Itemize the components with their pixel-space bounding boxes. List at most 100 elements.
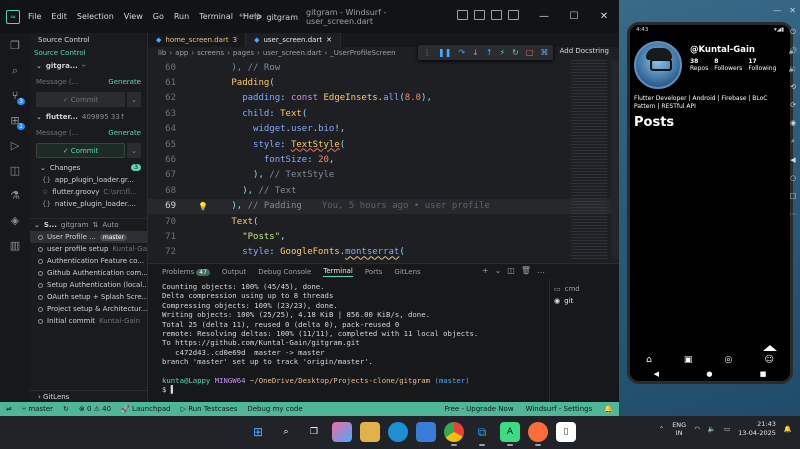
commit-row[interactable]: Project setup & Architectur... <box>30 303 147 315</box>
profile-icon[interactable]: ☺ <box>765 355 774 365</box>
terminal-item-cmd[interactable]: ▭ cmd <box>554 283 615 295</box>
tab-gitlens[interactable]: GitLens <box>394 268 420 276</box>
split-icon[interactable]: ◫ <box>507 266 515 275</box>
more-icon[interactable]: … <box>537 266 545 275</box>
breadcrumb-item[interactable]: screens <box>197 49 224 57</box>
breadcrumb-item[interactable]: pages <box>233 49 254 57</box>
phone-screen[interactable]: 4:43 ▾◢▮ @Kuntal-Gain 38 Repos 8 Followers… <box>627 22 793 384</box>
breadcrumb-item[interactable]: _UserProfileScreen <box>330 49 395 57</box>
maximize-icon[interactable]: ☐ <box>559 0 589 33</box>
hot-reload-icon[interactable]: ⚡ <box>500 48 506 57</box>
recents-icon[interactable]: □ <box>790 192 797 200</box>
tab-problems[interactable]: Problems 47 <box>162 268 210 276</box>
code-line[interactable]: 70 Text( <box>148 214 619 229</box>
breadcrumb-item[interactable]: user_screen.dart <box>263 49 322 57</box>
pause-icon[interactable]: ❚❚ <box>438 48 451 57</box>
repo-row-2[interactable]: ⌄ flutter... 409895 33↑ <box>30 110 147 123</box>
home-circle-icon[interactable]: ○ <box>790 174 796 182</box>
terminal-input-line[interactable]: $ ▌ <box>162 385 547 394</box>
step-over-icon[interactable]: ↷ <box>458 48 465 57</box>
task-view-icon[interactable]: ❐ <box>304 422 324 442</box>
tab-terminal[interactable]: Terminal <box>323 267 353 277</box>
code-line[interactable]: 62 padding: const EdgeInsets.all(8.0), <box>148 91 619 106</box>
changed-file[interactable]: {} app_plugin_loader.gr... <box>30 174 147 186</box>
minimize-icon[interactable]: — <box>529 0 559 33</box>
extensions-icon[interactable]: ⊞ 1 <box>0 108 30 133</box>
commit-row[interactable]: Initial commit Kuntal-Gain <box>30 315 147 327</box>
search-icon[interactable]: ⌕ <box>276 422 296 442</box>
commit-row[interactable]: Github Authentication com... <box>30 267 147 279</box>
zoom-icon[interactable]: ⌕ <box>791 137 795 146</box>
code-line[interactable]: 63 child: Text( <box>148 106 619 121</box>
sync-status[interactable]: ↻ <box>63 405 69 413</box>
gitlens-icon[interactable]: ◈ <box>0 208 30 233</box>
postman-icon[interactable] <box>528 422 548 446</box>
back-icon[interactable]: ◀ <box>790 156 795 164</box>
lightbulb-icon[interactable]: 💡 <box>198 202 208 211</box>
android-studio-icon[interactable]: A <box>500 422 520 446</box>
changes-header[interactable]: ⌄ Changes 3 <box>30 161 147 174</box>
chrome-icon[interactable] <box>444 422 464 446</box>
commit-row[interactable]: Authentication Feature co... <box>30 255 147 267</box>
gitlens-section[interactable]: › GitLens <box>30 390 147 402</box>
edge-icon[interactable] <box>388 422 408 442</box>
clock[interactable]: 21:43 13-04-2025 <box>738 420 776 438</box>
back-arrow-icon[interactable]: ← <box>239 11 247 21</box>
explorer-icon[interactable]: ❐ <box>0 33 30 58</box>
camera-icon[interactable]: ◉ <box>790 119 796 127</box>
run-debug-icon[interactable]: ▷ <box>0 133 30 158</box>
power-icon[interactable]: ⏻ <box>790 28 796 37</box>
home-icon[interactable]: ⌂ <box>646 355 652 365</box>
more-icon[interactable]: ⋯ <box>790 210 797 218</box>
menu-view[interactable]: View <box>124 12 143 21</box>
step-into-icon[interactable]: ↓ <box>472 48 479 57</box>
code-line[interactable]: 67 ), // TextStyle <box>148 168 619 183</box>
volume-up-icon[interactable]: 🔊 <box>789 47 798 55</box>
customize-layout-icon[interactable] <box>508 10 519 20</box>
chevron-down-icon[interactable]: ⌄ <box>495 266 502 275</box>
commit-row[interactable]: Setup Authentication (local... <box>30 279 147 291</box>
volume-down-icon[interactable]: 🔉 <box>789 65 798 73</box>
window-title[interactable]: ⌕ gitgram gitgram - Windsurf - user_scre… <box>258 8 398 26</box>
editor-scrollbar[interactable] <box>611 60 619 259</box>
menu-go[interactable]: Go <box>153 12 164 21</box>
emulator-icon[interactable]: ▯ <box>556 422 576 442</box>
bell-icon[interactable]: 🔔 <box>604 405 613 413</box>
menu-terminal[interactable]: Terminal <box>199 12 233 21</box>
commit-row[interactable]: user profile setup Kuntal-Gain <box>30 243 147 255</box>
repo-row[interactable]: ⌄ gitgra... ⑂ <box>30 59 147 72</box>
commit-row[interactable]: User Profile ... master <box>30 231 147 243</box>
code-line[interactable]: 72 style: GoogleFonts.montserrat( <box>148 245 619 260</box>
tab-close-icon[interactable]: ✕ <box>326 36 332 44</box>
commit-dropdown-icon[interactable]: ⌄ <box>127 92 141 107</box>
tab-user-screen[interactable]: ◆ user_screen.dart ✕ <box>246 33 341 47</box>
commit-message-input[interactable]: Message (... Generate <box>36 75 141 89</box>
code-line[interactable]: 69 💡 ), // Padding You, 5 hours ago • user… <box>148 198 619 214</box>
settings-status[interactable]: Windsurf - Settings <box>526 405 593 413</box>
commit-dropdown-icon[interactable]: ⌄ <box>127 143 141 158</box>
changed-file[interactable]: {} native_plugin_loader.... <box>30 198 147 210</box>
trash-icon[interactable]: 🗑 <box>521 266 531 275</box>
menu-edit[interactable]: Edit <box>51 12 67 21</box>
stat-followers[interactable]: 8 Followers <box>714 58 742 72</box>
tray-chevron-icon[interactable]: ⌃ <box>659 425 664 433</box>
remote-icon[interactable]: ⇌ <box>6 405 12 413</box>
close-icon[interactable]: ✕ <box>589 0 619 33</box>
code-line[interactable]: 64 widget.user.bio!, <box>148 122 619 137</box>
stat-following[interactable]: 17 Following <box>748 58 776 72</box>
breadcrumb-item[interactable]: lib <box>158 49 166 57</box>
toggle-sidebar-icon[interactable] <box>457 10 468 20</box>
tab-output[interactable]: Output <box>222 268 246 276</box>
code-line[interactable]: 65 style: TextStyle( <box>148 137 619 152</box>
commit-graph-header[interactable]: ⌄ S... gitgram ⇅ Auto <box>30 218 147 231</box>
generate-button-2[interactable]: Generate <box>108 129 141 137</box>
source-control-icon[interactable]: ⑂ 3 <box>0 83 30 108</box>
avatar[interactable] <box>634 41 682 89</box>
wifi-icon[interactable]: ◠ <box>694 425 700 433</box>
tab-ports[interactable]: Ports <box>365 268 383 276</box>
graph-icon[interactable]: ▥ <box>0 233 30 258</box>
rotate-icon[interactable]: ⟲ <box>790 83 796 91</box>
commit-row[interactable]: OAuth setup + Splash Scre... <box>30 291 147 303</box>
stop-icon[interactable]: □ <box>526 48 534 57</box>
terminal-output[interactable]: Counting objects: 100% (45/45), done. Del… <box>162 282 547 400</box>
